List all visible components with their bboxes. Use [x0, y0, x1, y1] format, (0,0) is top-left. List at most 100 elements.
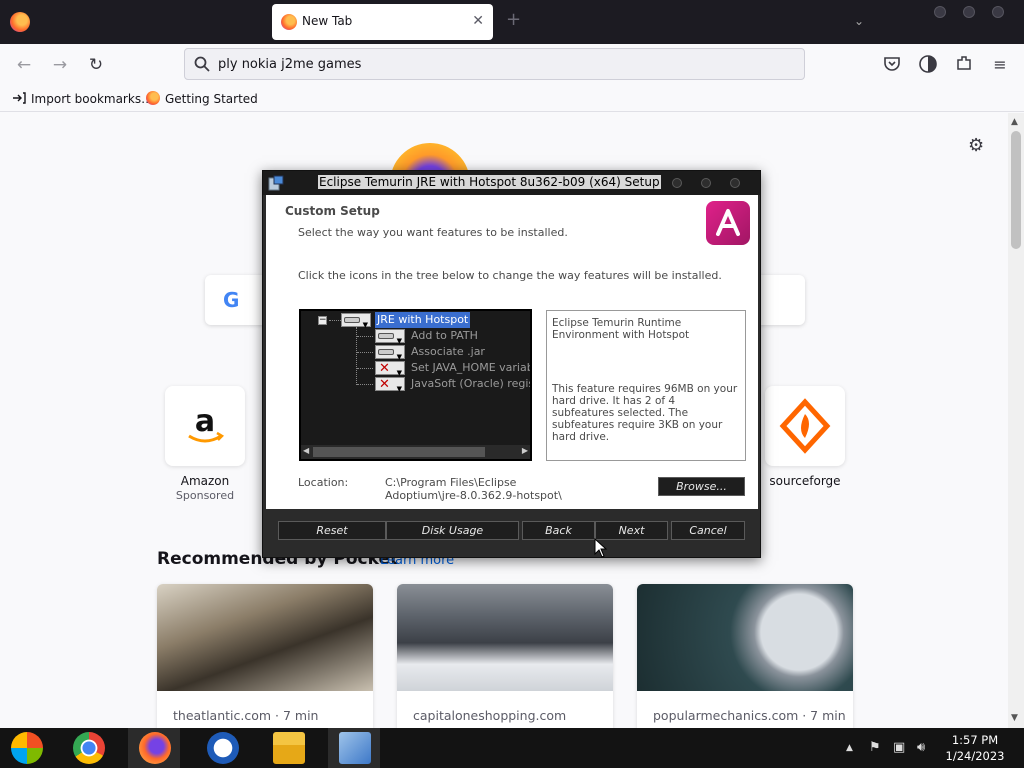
close-window-button[interactable]	[992, 6, 1004, 18]
reload-icon[interactable]: ↻	[85, 54, 107, 76]
tab-close-icon[interactable]: ✕	[472, 13, 484, 29]
installer-dialog: Eclipse Temurin JRE with Hotspot 8u362-b…	[262, 170, 761, 558]
pocket-icon[interactable]	[881, 54, 903, 76]
tab-title: New Tab	[302, 14, 353, 28]
windows-start-icon	[11, 732, 43, 764]
collapse-icon[interactable]: −	[318, 316, 327, 325]
pocket-card[interactable]: capitaloneshopping.com	[397, 584, 613, 728]
tab-new-tab[interactable]: New Tab ✕	[272, 4, 493, 40]
gear-icon[interactable]: ⚙	[968, 135, 984, 156]
tree-item-label: Associate .jar	[411, 345, 485, 358]
bookmarks-toolbar: Import bookmarks… Getting Started	[0, 86, 1024, 112]
bookmark-import[interactable]: Import bookmarks…	[12, 91, 153, 106]
tree-item-registry[interactable]: ✕▼ JavaSoft (Oracle) registry keys	[301, 376, 530, 392]
minimize-button[interactable]	[934, 6, 946, 18]
scroll-left-icon[interactable]: ◀	[303, 446, 309, 455]
excluded-x-icon[interactable]: ✕ ▼	[375, 377, 405, 392]
taskbar-chrome[interactable]	[62, 728, 114, 768]
tree-item-label: JRE with Hotspot	[375, 312, 471, 328]
feature-tree[interactable]: − ▼ JRE with Hotspot ▼ Add to PATH ▼ Ass…	[299, 309, 532, 461]
feature-description-name: Eclipse Temurin Runtime Environment with…	[552, 317, 690, 341]
clock-time: 1:57 PM	[951, 733, 999, 747]
tree-item-java-home[interactable]: ✕▼ Set JAVA_HOME variable	[301, 360, 530, 376]
installer-icon	[268, 175, 284, 191]
pocket-card[interactable]: theatlantic.com · 7 min	[157, 584, 373, 728]
taskbar-file-explorer[interactable]	[262, 728, 314, 768]
network-icon[interactable]: ▣	[893, 740, 905, 755]
volume-icon[interactable]: 🔊︎	[917, 740, 925, 755]
firefox-menu-icon[interactable]	[10, 12, 30, 32]
forward-arrow-icon[interactable]: →	[49, 54, 71, 76]
google-icon: G	[223, 288, 240, 312]
dialog-titlebar[interactable]: Eclipse Temurin JRE with Hotspot 8u362-b…	[263, 171, 760, 195]
dialog-close-button[interactable]	[730, 178, 740, 188]
url-input[interactable]: ply nokia j2me games	[218, 57, 361, 72]
dialog-body: Click the icons in the tree below to cha…	[266, 253, 758, 509]
clock[interactable]: 1:57 PM 1/24/2023	[935, 732, 1015, 764]
bookmark-getting-started-label: Getting Started	[165, 92, 258, 106]
taskbar-installer[interactable]	[328, 728, 380, 768]
scroll-up-icon[interactable]: ▲	[1011, 117, 1018, 127]
scroll-right-icon[interactable]: ▶	[522, 446, 528, 455]
nav-bar: ← → ↻ ply nokia j2me games ≡	[0, 44, 1024, 86]
amazon-icon: a	[188, 404, 225, 443]
taskbar: ▲ ⚑ ▣ 🔊︎ 1:57 PM 1/24/2023	[0, 728, 1024, 768]
installer-icon	[339, 732, 371, 764]
start-button[interactable]	[0, 728, 52, 768]
excluded-x-icon[interactable]: ✕ ▼	[375, 361, 405, 376]
maximize-button[interactable]	[963, 6, 975, 18]
taskbar-firefox[interactable]	[128, 728, 180, 768]
tray-chevron-icon[interactable]: ▲	[846, 743, 853, 753]
pocket-card[interactable]: popularmechanics.com · 7 min	[637, 584, 853, 728]
tree-item-jre[interactable]: − ▼ JRE with Hotspot	[301, 312, 530, 328]
drive-install-icon[interactable]: ▼	[375, 345, 405, 360]
tree-item-jar[interactable]: ▼ Associate .jar	[301, 344, 530, 360]
page-scrollbar[interactable]: ▲ ▼	[1008, 113, 1024, 728]
location-path: C:\Program Files\Eclipse Adoptium\jre-8.…	[385, 476, 562, 502]
tree-item-path[interactable]: ▼ Add to PATH	[301, 328, 530, 344]
cancel-button[interactable]: Cancel	[671, 521, 745, 540]
firefox-icon	[139, 732, 171, 764]
drive-install-icon[interactable]: ▼	[341, 313, 371, 328]
card-source: theatlantic.com · 7 min	[173, 708, 319, 723]
feature-description: Eclipse Temurin Runtime Environment with…	[546, 310, 746, 461]
card-image	[397, 584, 613, 691]
sourceforge-icon	[779, 398, 831, 454]
mouse-cursor-icon	[594, 538, 608, 558]
clock-date: 1/24/2023	[945, 749, 1005, 763]
flag-icon[interactable]: ⚑	[869, 740, 881, 755]
disk-usage-button[interactable]: Disk Usage	[386, 521, 519, 540]
dialog-title: Eclipse Temurin JRE with Hotspot 8u362-b…	[318, 175, 661, 189]
url-bar[interactable]: ply nokia j2me games	[184, 48, 805, 80]
back-button[interactable]: Back	[522, 521, 595, 540]
firefox-tab-icon	[281, 14, 297, 30]
scroll-down-icon[interactable]: ▼	[1011, 713, 1018, 723]
list-all-tabs-icon[interactable]: ⌄	[854, 14, 864, 28]
drive-install-icon[interactable]: ▼	[375, 329, 405, 344]
account-icon[interactable]	[917, 54, 939, 76]
tree-horizontal-scrollbar[interactable]: ◀ ▶	[301, 445, 530, 459]
tree-instructions: Click the icons in the tree below to cha…	[298, 269, 722, 282]
hamburger-menu-icon[interactable]: ≡	[989, 54, 1011, 76]
tree-item-label: JavaSoft (Oracle) registry keys	[411, 377, 530, 390]
shortcut-sourceforge[interactable]	[765, 386, 845, 466]
bookmark-import-label: Import bookmarks…	[31, 92, 154, 106]
back-arrow-icon[interactable]: ←	[13, 54, 35, 76]
reset-button[interactable]: Reset	[278, 521, 386, 540]
dialog-minimize-button[interactable]	[672, 178, 682, 188]
bookmark-getting-started[interactable]: Getting Started	[146, 91, 258, 106]
dialog-footer: Reset Disk Usage Back Next Cancel	[266, 509, 758, 555]
tree-scroll-thumb[interactable]	[313, 447, 485, 457]
taskbar-app[interactable]	[196, 728, 248, 768]
folder-icon	[273, 732, 305, 764]
adoptium-logo	[706, 201, 750, 245]
browse-button[interactable]: Browse...	[658, 477, 745, 496]
shortcut-amazon[interactable]: a	[165, 386, 245, 466]
dialog-maximize-button[interactable]	[701, 178, 711, 188]
svg-text:a: a	[195, 404, 215, 439]
scroll-thumb[interactable]	[1011, 131, 1021, 249]
new-tab-button[interactable]: +	[506, 11, 521, 29]
app-icon	[207, 732, 239, 764]
card-image	[157, 584, 373, 691]
extensions-icon[interactable]	[953, 54, 975, 76]
